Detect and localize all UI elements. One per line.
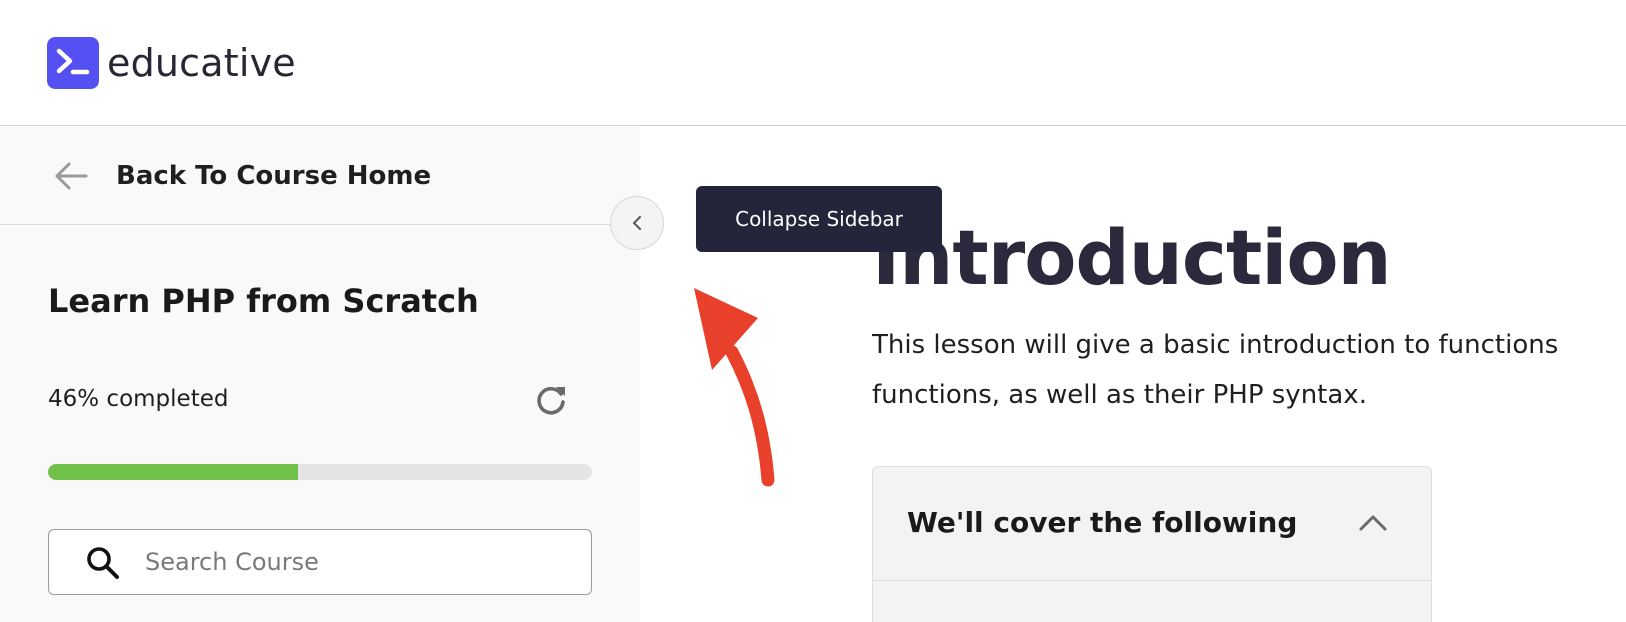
top-bar: educative bbox=[0, 0, 1626, 126]
cover-following-header[interactable]: We'll cover the following bbox=[873, 467, 1431, 581]
refresh-icon[interactable] bbox=[534, 383, 568, 417]
progress-bar-fill bbox=[48, 464, 299, 480]
brand-logo[interactable]: educative bbox=[47, 37, 296, 89]
collapse-sidebar-tooltip: Collapse Sidebar bbox=[696, 186, 942, 252]
cover-following-title: We'll cover the following bbox=[907, 506, 1298, 539]
search-course-box[interactable] bbox=[48, 529, 592, 595]
search-icon bbox=[87, 547, 119, 579]
lesson-description: This lesson will give a basic introducti… bbox=[872, 320, 1626, 420]
back-label: Back To Course Home bbox=[116, 161, 432, 191]
progress-bar bbox=[48, 464, 592, 480]
lesson-title: Introduction bbox=[872, 213, 1392, 302]
progress-label: 46% completed bbox=[48, 386, 229, 412]
lesson-description-line: functions, as well as their PHP syntax. bbox=[872, 380, 1367, 410]
course-title: Learn PHP from Scratch bbox=[48, 282, 479, 320]
search-course-input[interactable] bbox=[145, 542, 565, 582]
annotation-arrow-icon bbox=[694, 288, 775, 487]
arrow-left-icon bbox=[55, 162, 88, 190]
chevron-left-icon bbox=[633, 216, 641, 230]
back-to-course-home-link[interactable]: Back To Course Home bbox=[0, 127, 640, 225]
brand-name: educative bbox=[107, 41, 296, 85]
cover-following-panel: We'll cover the following bbox=[872, 466, 1432, 622]
terminal-icon bbox=[47, 37, 99, 89]
collapse-sidebar-button[interactable] bbox=[610, 196, 664, 250]
course-sidebar: Back To Course Home Learn PHP from Scrat… bbox=[0, 127, 640, 622]
lesson-description-line: This lesson will give a basic introducti… bbox=[872, 330, 1559, 360]
chevron-up-icon[interactable] bbox=[1357, 507, 1389, 539]
